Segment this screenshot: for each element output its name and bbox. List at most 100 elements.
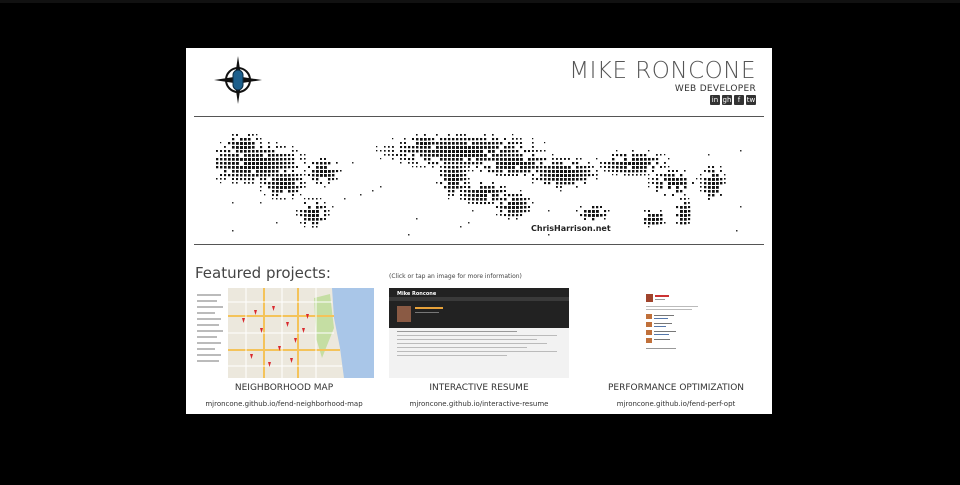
map-dot bbox=[664, 194, 666, 196]
map-dot bbox=[512, 214, 515, 217]
map-dot bbox=[472, 138, 475, 141]
map-dot bbox=[432, 138, 435, 141]
map-dot bbox=[604, 166, 606, 168]
map-dot bbox=[228, 162, 231, 165]
project-title-performance-optimization[interactable]: PERFORMANCE OPTIMIZATION bbox=[586, 383, 766, 393]
map-dot bbox=[380, 150, 382, 152]
map-dot bbox=[280, 162, 283, 165]
twitter-icon[interactable]: tw bbox=[746, 95, 756, 105]
map-dot bbox=[592, 210, 595, 213]
map-dot bbox=[304, 174, 306, 176]
map-dot bbox=[268, 162, 271, 165]
map-dot bbox=[336, 162, 338, 164]
linkedin-icon[interactable]: in bbox=[710, 95, 720, 105]
project-title-neighborhood-map[interactable]: NEIGHBORHOOD MAP bbox=[194, 383, 374, 393]
map-dot bbox=[252, 174, 255, 177]
map-dot bbox=[576, 170, 579, 173]
interactive-resume-thumbnail[interactable]: Mike Roncone bbox=[389, 288, 569, 378]
map-dot bbox=[280, 182, 283, 185]
map-dot bbox=[532, 146, 534, 148]
map-dot bbox=[244, 158, 247, 161]
performance-optimization-thumbnail[interactable] bbox=[644, 292, 708, 354]
github-icon[interactable]: gh bbox=[722, 95, 732, 105]
map-dot bbox=[504, 194, 507, 197]
resume-thumb-body bbox=[389, 328, 569, 378]
map-dot bbox=[292, 190, 295, 193]
map-dot bbox=[492, 190, 495, 193]
map-dot bbox=[452, 178, 455, 181]
map-dot bbox=[444, 142, 447, 145]
map-dot bbox=[676, 178, 679, 181]
map-dot bbox=[292, 154, 294, 156]
map-dot bbox=[452, 170, 455, 173]
map-dot bbox=[672, 182, 675, 185]
map-dot bbox=[700, 190, 702, 192]
map-dot bbox=[584, 170, 587, 173]
map-dot bbox=[600, 166, 602, 168]
map-dot bbox=[612, 162, 615, 165]
map-dot bbox=[248, 166, 251, 169]
map-dot bbox=[260, 182, 262, 184]
map-dot bbox=[224, 174, 227, 177]
map-dot bbox=[692, 182, 694, 184]
map-dot bbox=[640, 166, 643, 169]
facebook-icon[interactable]: f bbox=[734, 95, 744, 105]
map-dot bbox=[688, 222, 690, 224]
map-dot bbox=[412, 146, 415, 149]
map-dot bbox=[276, 178, 279, 181]
map-dot bbox=[448, 134, 450, 136]
project-link-interactive-resume[interactable]: mjroncone.github.io/interactive-resume bbox=[389, 400, 569, 408]
map-dot bbox=[312, 210, 315, 213]
map-dot bbox=[520, 138, 522, 140]
map-dot bbox=[604, 214, 607, 217]
project-link-neighborhood-map[interactable]: mjroncone.github.io/fend-neighborhood-ma… bbox=[194, 400, 374, 408]
map-dot bbox=[608, 162, 611, 165]
map-dot bbox=[240, 150, 243, 153]
neighborhood-map-thumbnail[interactable] bbox=[194, 288, 374, 378]
social-links: in gh f tw bbox=[710, 95, 756, 105]
project-link-performance-optimization[interactable]: mjroncone.github.io/fend-perf-opt bbox=[586, 400, 766, 408]
map-dot bbox=[504, 154, 507, 157]
map-dot bbox=[264, 170, 267, 173]
map-dot bbox=[328, 214, 330, 216]
map-dot bbox=[288, 154, 291, 157]
map-dot bbox=[432, 162, 435, 165]
map-dot bbox=[324, 158, 326, 160]
map-dot bbox=[656, 174, 658, 176]
map-dot bbox=[420, 166, 422, 168]
map-dot bbox=[580, 174, 583, 177]
map-dot bbox=[260, 158, 263, 161]
map-dot bbox=[292, 170, 294, 172]
map-dot bbox=[624, 162, 627, 165]
map-dot bbox=[292, 182, 295, 185]
map-dot bbox=[596, 174, 598, 176]
map-dot bbox=[652, 178, 654, 180]
map-dot bbox=[328, 182, 330, 184]
map-dot bbox=[248, 174, 251, 177]
map-dot bbox=[556, 182, 559, 185]
map-dot bbox=[532, 182, 534, 184]
map-dot bbox=[260, 166, 263, 169]
map-dot bbox=[508, 142, 511, 145]
map-dot bbox=[304, 186, 306, 188]
map-dot bbox=[256, 174, 259, 177]
map-dot bbox=[588, 174, 591, 177]
map-dot bbox=[560, 186, 562, 188]
map-dot bbox=[236, 146, 239, 149]
map-dot bbox=[432, 142, 435, 145]
map-dot bbox=[416, 166, 418, 168]
map-dot bbox=[264, 174, 267, 177]
map-dot bbox=[680, 178, 683, 181]
map-dot bbox=[216, 158, 219, 161]
map-dot bbox=[720, 194, 722, 196]
map-dot bbox=[512, 162, 515, 165]
map-dot bbox=[548, 234, 550, 236]
map-dot bbox=[516, 198, 519, 201]
map-dot bbox=[236, 158, 239, 161]
map-dot bbox=[236, 182, 238, 184]
map-dot bbox=[624, 154, 627, 157]
map-dot bbox=[476, 166, 478, 168]
project-title-interactive-resume[interactable]: INTERACTIVE RESUME bbox=[389, 383, 569, 393]
map-dot bbox=[400, 146, 403, 149]
map-dot bbox=[444, 154, 447, 157]
